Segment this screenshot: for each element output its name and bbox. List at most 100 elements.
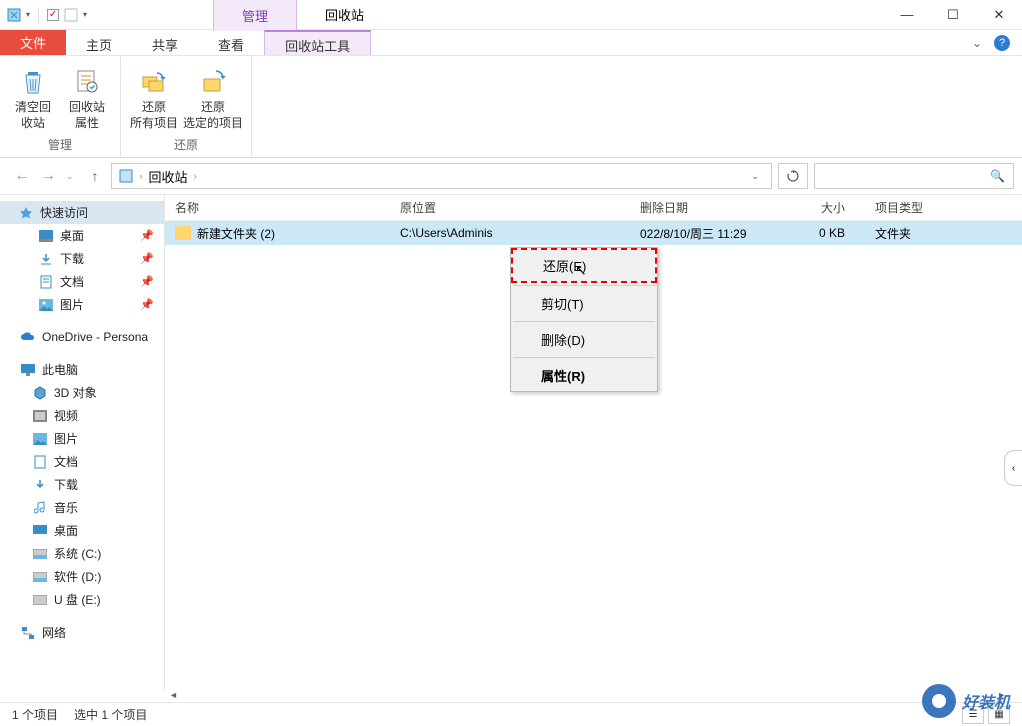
ribbon: 清空回 收站 回收站 属性 管理 还原 所有项目 还原 bbox=[0, 56, 1022, 158]
address-dropdown-icon[interactable]: ⌄ bbox=[745, 171, 765, 182]
tree-network[interactable]: 网络 bbox=[0, 621, 164, 644]
tree-music[interactable]: 音乐 bbox=[0, 496, 164, 519]
qat-dropdown2-icon[interactable]: ▾ bbox=[83, 10, 87, 19]
col-size[interactable]: 大小 bbox=[785, 199, 865, 216]
tree-this-pc[interactable]: 此电脑 bbox=[0, 358, 164, 381]
cell-orig: C:\Users\Adminis bbox=[390, 226, 630, 240]
tree-documents2[interactable]: 文档 bbox=[0, 450, 164, 473]
forward-button[interactable]: → bbox=[40, 167, 56, 185]
contextual-tab-group: 管理 回收站 bbox=[213, 0, 392, 31]
watermark-text: 好装机 bbox=[962, 689, 1010, 713]
crumb-sep2: › bbox=[194, 171, 197, 181]
maximize-button[interactable]: ☐ bbox=[930, 0, 976, 30]
col-name[interactable]: 名称 bbox=[165, 199, 390, 216]
pin-icon: 📌 bbox=[140, 275, 154, 288]
file-row[interactable]: 新建文件夹 (2) C:\Users\Adminis 022/8/10/周三 1… bbox=[165, 221, 1022, 245]
status-item-count: 1 个项目 bbox=[12, 706, 58, 723]
pictures-icon bbox=[32, 431, 48, 447]
empty-recycle-bin-button[interactable]: 清空回 收站 bbox=[8, 60, 58, 134]
ctx-restore[interactable]: 还原(E) bbox=[511, 248, 657, 283]
up-button[interactable]: ↑ bbox=[86, 168, 105, 184]
ribbon-group-manage: 清空回 收站 回收站 属性 管理 bbox=[0, 56, 121, 157]
cell-name: 新建文件夹 (2) bbox=[165, 225, 390, 242]
ribbon-tabstrip: 文件 主页 共享 查看 回收站工具 ⌄ ? bbox=[0, 30, 1022, 56]
qat-dropdown-icon[interactable]: ▾ bbox=[26, 10, 30, 19]
navigation-bar: ← → ⌄ ↑ › 回收站 › ⌄ 🔍 bbox=[0, 158, 1022, 194]
ctx-sep1 bbox=[513, 285, 655, 286]
tree-drive-e[interactable]: U 盘 (E:) bbox=[0, 588, 164, 611]
search-icon: 🔍 bbox=[990, 169, 1005, 183]
col-date-deleted[interactable]: 删除日期 bbox=[630, 199, 785, 216]
tab-view[interactable]: 查看 bbox=[198, 30, 264, 55]
tree-3d-objects[interactable]: 3D 对象 bbox=[0, 381, 164, 404]
horizontal-scrollbar[interactable]: ◄ ► bbox=[165, 688, 1010, 702]
tree-videos[interactable]: 视频 bbox=[0, 404, 164, 427]
tree-drive-c[interactable]: 系统 (C:) bbox=[0, 542, 164, 565]
recycle-bin-icon bbox=[6, 7, 22, 23]
cell-date: 022/8/10/周三 11:29 bbox=[630, 225, 785, 242]
cell-type: 文件夹 bbox=[865, 225, 1022, 242]
tab-home[interactable]: 主页 bbox=[66, 30, 132, 55]
pictures-icon bbox=[38, 297, 54, 313]
side-panel-toggle[interactable]: ‹ bbox=[1004, 450, 1022, 486]
watermark: 好装机 bbox=[922, 684, 1010, 718]
restore-all-button[interactable]: 还原 所有项目 bbox=[129, 60, 179, 134]
window-title: 回收站 bbox=[297, 0, 392, 31]
tree-onedrive[interactable]: OneDrive - Persona bbox=[0, 326, 164, 348]
properties-icon bbox=[71, 66, 103, 98]
tab-file[interactable]: 文件 bbox=[0, 30, 66, 55]
tree-drive-d[interactable]: 软件 (D:) bbox=[0, 565, 164, 588]
ctx-delete[interactable]: 删除(D) bbox=[511, 324, 657, 355]
ctx-sep2 bbox=[513, 321, 655, 322]
desktop-icon bbox=[38, 228, 54, 244]
ctx-properties[interactable]: 属性(R) bbox=[511, 360, 657, 391]
refresh-button[interactable] bbox=[778, 163, 808, 189]
col-original-location[interactable]: 原位置 bbox=[390, 199, 630, 216]
ribbon-collapse-icon[interactable]: ⌄ bbox=[972, 36, 982, 50]
back-button[interactable]: ← bbox=[14, 167, 30, 185]
qat-checkbox[interactable]: ✓ bbox=[47, 9, 59, 21]
drive-icon bbox=[32, 569, 48, 585]
cloud-icon bbox=[20, 329, 36, 345]
tree-downloads[interactable]: 下载📌 bbox=[0, 247, 164, 270]
desktop-icon bbox=[32, 523, 48, 539]
ribbon-group-restore: 还原 所有项目 还原 选定的项目 还原 bbox=[121, 56, 252, 157]
close-button[interactable]: ✕ bbox=[976, 0, 1022, 30]
document-icon bbox=[32, 454, 48, 470]
scroll-left-icon[interactable]: ◄ bbox=[165, 690, 182, 700]
pin-icon: 📌 bbox=[140, 298, 154, 311]
breadcrumb-recycle[interactable]: 回收站 bbox=[149, 167, 188, 186]
context-menu: 还原(E) 剪切(T) 删除(D) 属性(R) bbox=[510, 247, 658, 392]
col-type[interactable]: 项目类型 bbox=[865, 199, 1022, 216]
window-controls: — ☐ ✕ bbox=[884, 0, 1022, 30]
trash-empty-icon bbox=[17, 66, 49, 98]
column-headers: 名称 原位置 删除日期 大小 项目类型 bbox=[165, 195, 1022, 221]
tree-desktop2[interactable]: 桌面 bbox=[0, 519, 164, 542]
search-box[interactable]: 🔍 bbox=[814, 163, 1014, 189]
qat-blank-icon bbox=[63, 7, 79, 23]
pc-icon bbox=[20, 362, 36, 378]
music-icon bbox=[32, 500, 48, 516]
restore-selected-button[interactable]: 还原 选定的项目 bbox=[183, 60, 243, 134]
ctx-cut[interactable]: 剪切(T) bbox=[511, 288, 657, 319]
restore-all-icon bbox=[138, 66, 170, 98]
tree-quick-access[interactable]: 快速访问 bbox=[0, 201, 164, 224]
tree-documents[interactable]: 文档📌 bbox=[0, 270, 164, 293]
tab-share[interactable]: 共享 bbox=[132, 30, 198, 55]
tree-downloads2[interactable]: 下载 bbox=[0, 473, 164, 496]
recycle-bin-properties-button[interactable]: 回收站 属性 bbox=[62, 60, 112, 134]
help-icon[interactable]: ? bbox=[994, 35, 1010, 51]
usb-icon bbox=[32, 592, 48, 608]
ctx-sep3 bbox=[513, 357, 655, 358]
empty-label: 清空回 收站 bbox=[15, 100, 51, 131]
history-dropdown-icon[interactable]: ⌄ bbox=[66, 171, 74, 182]
minimize-button[interactable]: — bbox=[884, 0, 930, 30]
tab-recycle-tools[interactable]: 回收站工具 bbox=[264, 30, 371, 55]
quick-access-label: 快速访问 bbox=[40, 204, 88, 221]
address-bar[interactable]: › 回收站 › ⌄ bbox=[111, 163, 772, 189]
tree-desktop[interactable]: 桌面📌 bbox=[0, 224, 164, 247]
cube-icon bbox=[32, 385, 48, 401]
tree-pictures2[interactable]: 图片 bbox=[0, 427, 164, 450]
tree-pictures[interactable]: 图片📌 bbox=[0, 293, 164, 316]
pin-icon: 📌 bbox=[140, 229, 154, 242]
